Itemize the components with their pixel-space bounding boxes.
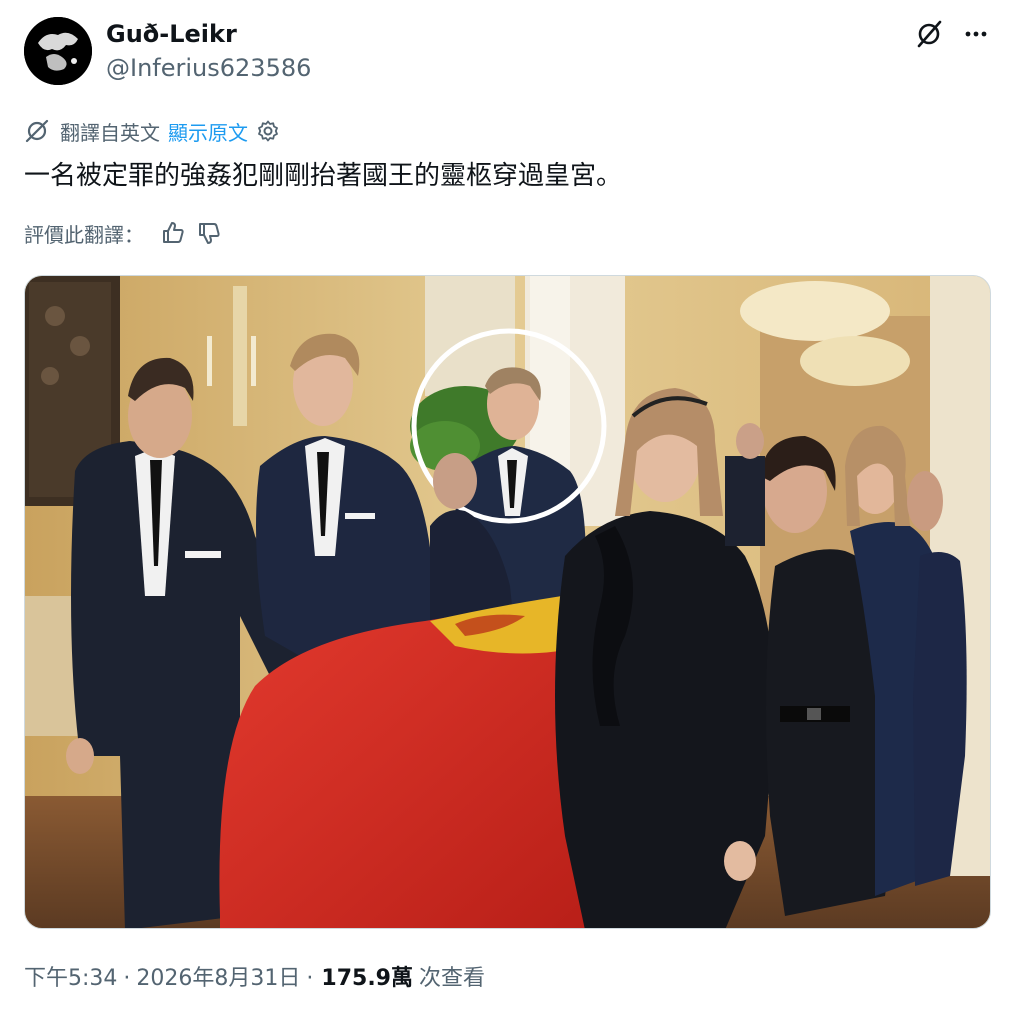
rate-translation-bar: 評價此翻譯：	[24, 218, 224, 248]
avatar[interactable]	[24, 17, 92, 85]
author-display-name[interactable]: Guð-Leikr	[106, 20, 237, 48]
show-original-link[interactable]: 顯示原文	[168, 117, 248, 146]
meta-separator: ·	[123, 966, 131, 991]
tweet-meta: 下午5:34 · 2026年8月31日 · 175.9萬 次查看	[24, 960, 485, 992]
thumbs-down-icon[interactable]	[194, 218, 224, 248]
views-count: 175.9萬	[321, 966, 413, 991]
avatar-art	[24, 17, 92, 85]
author-handle[interactable]: @Inferius623586	[106, 54, 311, 82]
more-icon[interactable]	[960, 18, 992, 50]
gear-icon[interactable]	[256, 119, 280, 143]
translate-icon	[24, 118, 50, 144]
photo-illustration	[25, 276, 990, 928]
rate-translation-label: 評價此翻譯：	[24, 222, 144, 247]
translation-label: 翻譯自英文	[60, 120, 160, 145]
meta-separator-2: ·	[306, 966, 314, 991]
tweet-text: 一名被定罪的強姦犯剛剛抬著國王的靈柩穿過皇宮。	[24, 161, 623, 191]
grok-icon[interactable]	[913, 18, 945, 50]
tweet-time[interactable]: 下午5:34	[24, 960, 117, 992]
tweet-photo[interactable]	[24, 275, 991, 929]
tweet-date[interactable]: 2026年8月31日	[136, 960, 300, 992]
translation-bar: 翻譯自英文 顯示原文	[24, 117, 280, 145]
thumbs-up-icon[interactable]	[158, 218, 188, 248]
views-label: 次查看	[418, 966, 485, 991]
